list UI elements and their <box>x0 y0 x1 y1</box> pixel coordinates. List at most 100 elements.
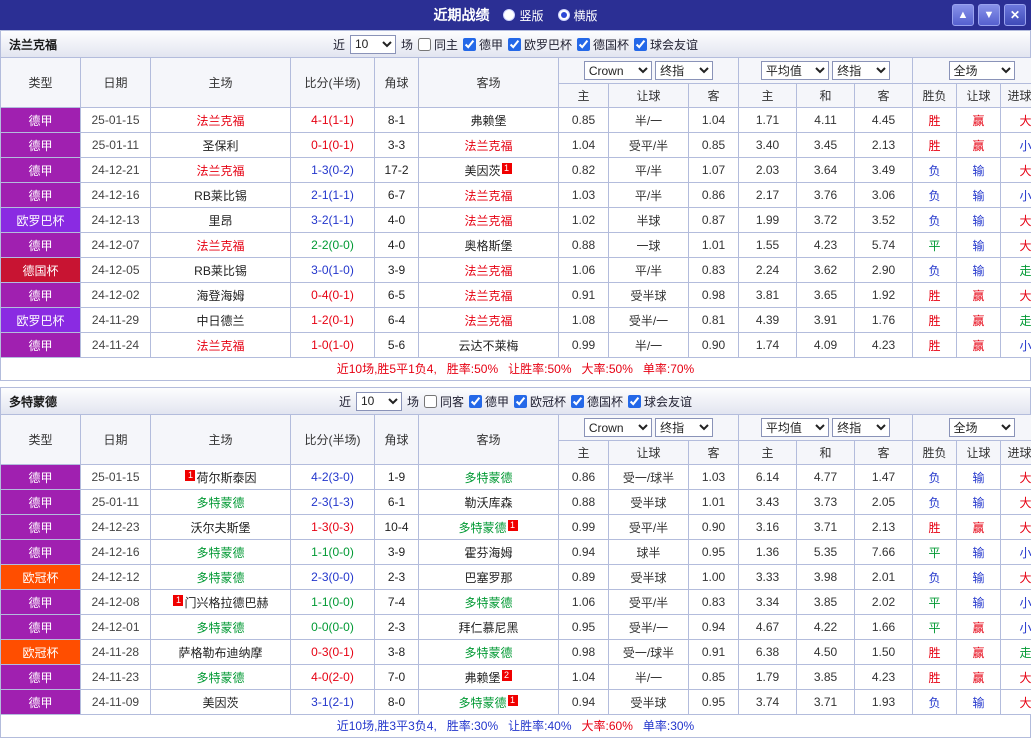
team-name[interactable]: 弗赖堡 <box>464 671 500 685</box>
score-link[interactable]: 0-0(0-0) <box>311 620 354 634</box>
col-header-euro-home: 主 <box>739 84 797 108</box>
team-name[interactable]: 里昂 <box>208 214 232 228</box>
team-name[interactable]: 中日德兰 <box>196 314 244 328</box>
team-name[interactable]: RB莱比锡 <box>194 189 247 203</box>
league-checkbox-bundesliga[interactable]: 德甲 <box>463 36 503 53</box>
team-name[interactable]: 法兰克福 <box>464 214 512 228</box>
league-checkbox-ucl[interactable]: 欧冠杯 <box>514 393 566 410</box>
same-venue-checkbox[interactable]: 同主 <box>418 36 458 53</box>
score-link[interactable]: 1-3(0-2) <box>311 163 354 177</box>
league-checkbox-input[interactable] <box>577 38 590 51</box>
league-checkbox-bundesliga[interactable]: 德甲 <box>469 393 509 410</box>
euro-odds-group-header: 平均值 终指 <box>739 415 913 441</box>
team-name[interactable]: 美因茨 <box>202 696 238 710</box>
same-venue-checkbox[interactable]: 同客 <box>424 393 464 410</box>
layout-radio-horizontal[interactable]: 横版 <box>558 7 598 24</box>
match-count-select[interactable]: 10 <box>350 35 396 54</box>
team-name[interactable]: 云达不莱梅 <box>458 339 518 353</box>
euro-odds-kind-select[interactable]: 终指 <box>832 418 890 437</box>
league-checkbox-input[interactable] <box>571 395 584 408</box>
score-link[interactable]: 2-2(0-0) <box>311 238 354 252</box>
team-name[interactable]: 多特蒙德 <box>464 646 512 660</box>
score-link[interactable]: 1-1(0-0) <box>311 595 354 609</box>
team-name[interactable]: 荷尔斯泰因 <box>196 471 256 485</box>
close-button[interactable]: ✕ <box>1004 4 1026 26</box>
league-checkbox-europa[interactable]: 欧罗巴杯 <box>508 36 572 53</box>
score-link[interactable]: 2-1(1-1) <box>311 188 354 202</box>
team-name[interactable]: 法兰克福 <box>196 164 244 178</box>
team-name[interactable]: 法兰克福 <box>464 264 512 278</box>
score-link[interactable]: 1-2(0-1) <box>311 313 354 327</box>
team-name[interactable]: 法兰克福 <box>464 139 512 153</box>
bookmaker-select[interactable]: Crown <box>584 418 652 437</box>
league-checkbox-input[interactable] <box>514 395 527 408</box>
score-link[interactable]: 0-4(0-1) <box>311 288 354 302</box>
team-name[interactable]: 多特蒙德 <box>196 671 244 685</box>
team-name[interactable]: 多特蒙德 <box>196 496 244 510</box>
league-checkbox-friendly[interactable]: 球会友谊 <box>634 36 698 53</box>
score-link[interactable]: 3-0(1-0) <box>311 263 354 277</box>
team-name[interactable]: 霍芬海姆 <box>464 546 512 560</box>
team-name[interactable]: 勒沃库森 <box>464 496 512 510</box>
team-name[interactable]: RB莱比锡 <box>194 264 247 278</box>
team-name[interactable]: 多特蒙德 <box>196 621 244 635</box>
league-checkbox-input[interactable] <box>508 38 521 51</box>
team-name[interactable]: 萨格勒布迪纳摩 <box>178 646 262 660</box>
score-link[interactable]: 1-1(0-0) <box>311 545 354 559</box>
score-link[interactable]: 0-3(0-1) <box>311 645 354 659</box>
scope-select[interactable]: 全场 <box>949 418 1015 437</box>
layout-radio-vertical[interactable]: 竖版 <box>503 7 543 24</box>
scope-select[interactable]: 全场 <box>949 61 1015 80</box>
move-down-button[interactable]: ▼ <box>978 4 1000 26</box>
team-name[interactable]: 多特蒙德 <box>196 571 244 585</box>
team-name[interactable]: 沃尔夫斯堡 <box>190 521 250 535</box>
team-name[interactable]: 法兰克福 <box>464 314 512 328</box>
score-link[interactable]: 4-0(2-0) <box>311 670 354 684</box>
move-up-button[interactable]: ▲ <box>952 4 974 26</box>
team-name[interactable]: 多特蒙德 <box>458 521 506 535</box>
team-name[interactable]: 法兰克福 <box>464 189 512 203</box>
team-name[interactable]: 奥格斯堡 <box>464 239 512 253</box>
same-venue-checkbox-input[interactable] <box>418 38 431 51</box>
team-name[interactable]: 多特蒙德 <box>464 471 512 485</box>
league-checkbox-friendly[interactable]: 球会友谊 <box>628 393 692 410</box>
score-link[interactable]: 4-1(1-1) <box>311 113 354 127</box>
team-name[interactable]: 美因茨 <box>464 164 500 178</box>
league-checkbox-input[interactable] <box>628 395 641 408</box>
team-name[interactable]: 弗赖堡 <box>470 114 506 128</box>
score-link[interactable]: 3-2(1-1) <box>311 213 354 227</box>
asia-odds-kind-select[interactable]: 终指 <box>655 418 713 437</box>
same-venue-checkbox-input[interactable] <box>424 395 437 408</box>
team-name[interactable]: 法兰克福 <box>196 114 244 128</box>
league-checkbox-input[interactable] <box>463 38 476 51</box>
team-name[interactable]: 门兴格拉德巴赫 <box>184 596 268 610</box>
team-name[interactable]: 巴塞罗那 <box>464 571 512 585</box>
team-name[interactable]: 多特蒙德 <box>458 696 506 710</box>
score-link[interactable]: 3-1(2-1) <box>311 695 354 709</box>
team-name[interactable]: 法兰克福 <box>464 289 512 303</box>
score-link[interactable]: 2-3(0-0) <box>311 570 354 584</box>
team-name[interactable]: 法兰克福 <box>196 239 244 253</box>
team-name[interactable]: 拜仁慕尼黑 <box>458 621 518 635</box>
league-checkbox-dfb-pokal[interactable]: 德国杯 <box>577 36 629 53</box>
asia-odds-kind-select[interactable]: 终指 <box>655 61 713 80</box>
score-link[interactable]: 1-3(0-3) <box>311 520 354 534</box>
league-checkbox-dfb-pokal[interactable]: 德国杯 <box>571 393 623 410</box>
red-card-badge: 2 <box>502 670 512 681</box>
euro-odds-source-select[interactable]: 平均值 <box>761 61 829 80</box>
team-name[interactable]: 法兰克福 <box>196 339 244 353</box>
bookmaker-select[interactable]: Crown <box>584 61 652 80</box>
euro-odds-kind-select[interactable]: 终指 <box>832 61 890 80</box>
team-name[interactable]: 多特蒙德 <box>464 596 512 610</box>
match-count-select[interactable]: 10 <box>356 392 402 411</box>
score-link[interactable]: 2-3(1-3) <box>311 495 354 509</box>
team-name[interactable]: 多特蒙德 <box>196 546 244 560</box>
league-checkbox-input[interactable] <box>634 38 647 51</box>
league-checkbox-input[interactable] <box>469 395 482 408</box>
score-link[interactable]: 4-2(3-0) <box>311 470 354 484</box>
score-link[interactable]: 1-0(1-0) <box>311 338 354 352</box>
euro-odds-source-select[interactable]: 平均值 <box>761 418 829 437</box>
team-name[interactable]: 海登海姆 <box>196 289 244 303</box>
score-link[interactable]: 0-1(0-1) <box>311 138 354 152</box>
team-name[interactable]: 圣保利 <box>202 139 238 153</box>
